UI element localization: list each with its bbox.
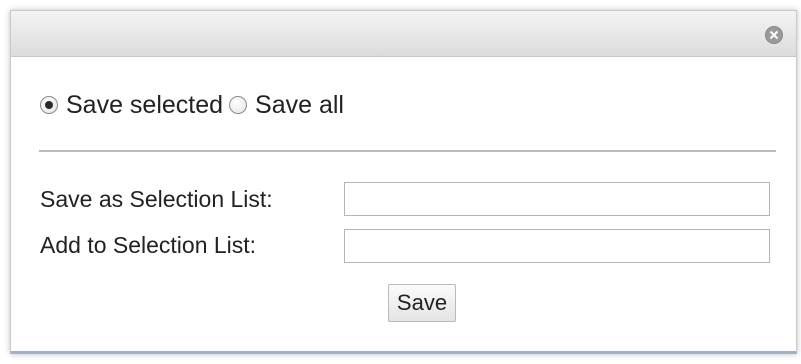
add-to-selection-list-label: Add to Selection List: — [40, 232, 257, 258]
divider — [39, 150, 776, 152]
save-selected-radio[interactable] — [40, 96, 58, 114]
save-mode-radio-group: Save selected Save all — [40, 89, 350, 121]
close-circle-icon — [769, 30, 779, 40]
close-button[interactable] — [765, 26, 783, 44]
save-button[interactable]: Save — [388, 284, 456, 322]
save-all-label[interactable]: Save all — [255, 91, 344, 120]
save-selection-dialog: Save selected Save all Save as Selection… — [10, 10, 797, 354]
page-background: Save selected Save all Save as Selection… — [0, 0, 801, 364]
save-as-selection-list-input[interactable] — [344, 182, 770, 216]
save-selected-label[interactable]: Save selected — [66, 91, 223, 120]
dialog-titlebar — [11, 11, 796, 57]
add-to-selection-list-input[interactable] — [344, 229, 770, 263]
save-as-selection-list-label: Save as Selection List: — [40, 186, 273, 212]
save-all-radio[interactable] — [229, 96, 248, 114]
